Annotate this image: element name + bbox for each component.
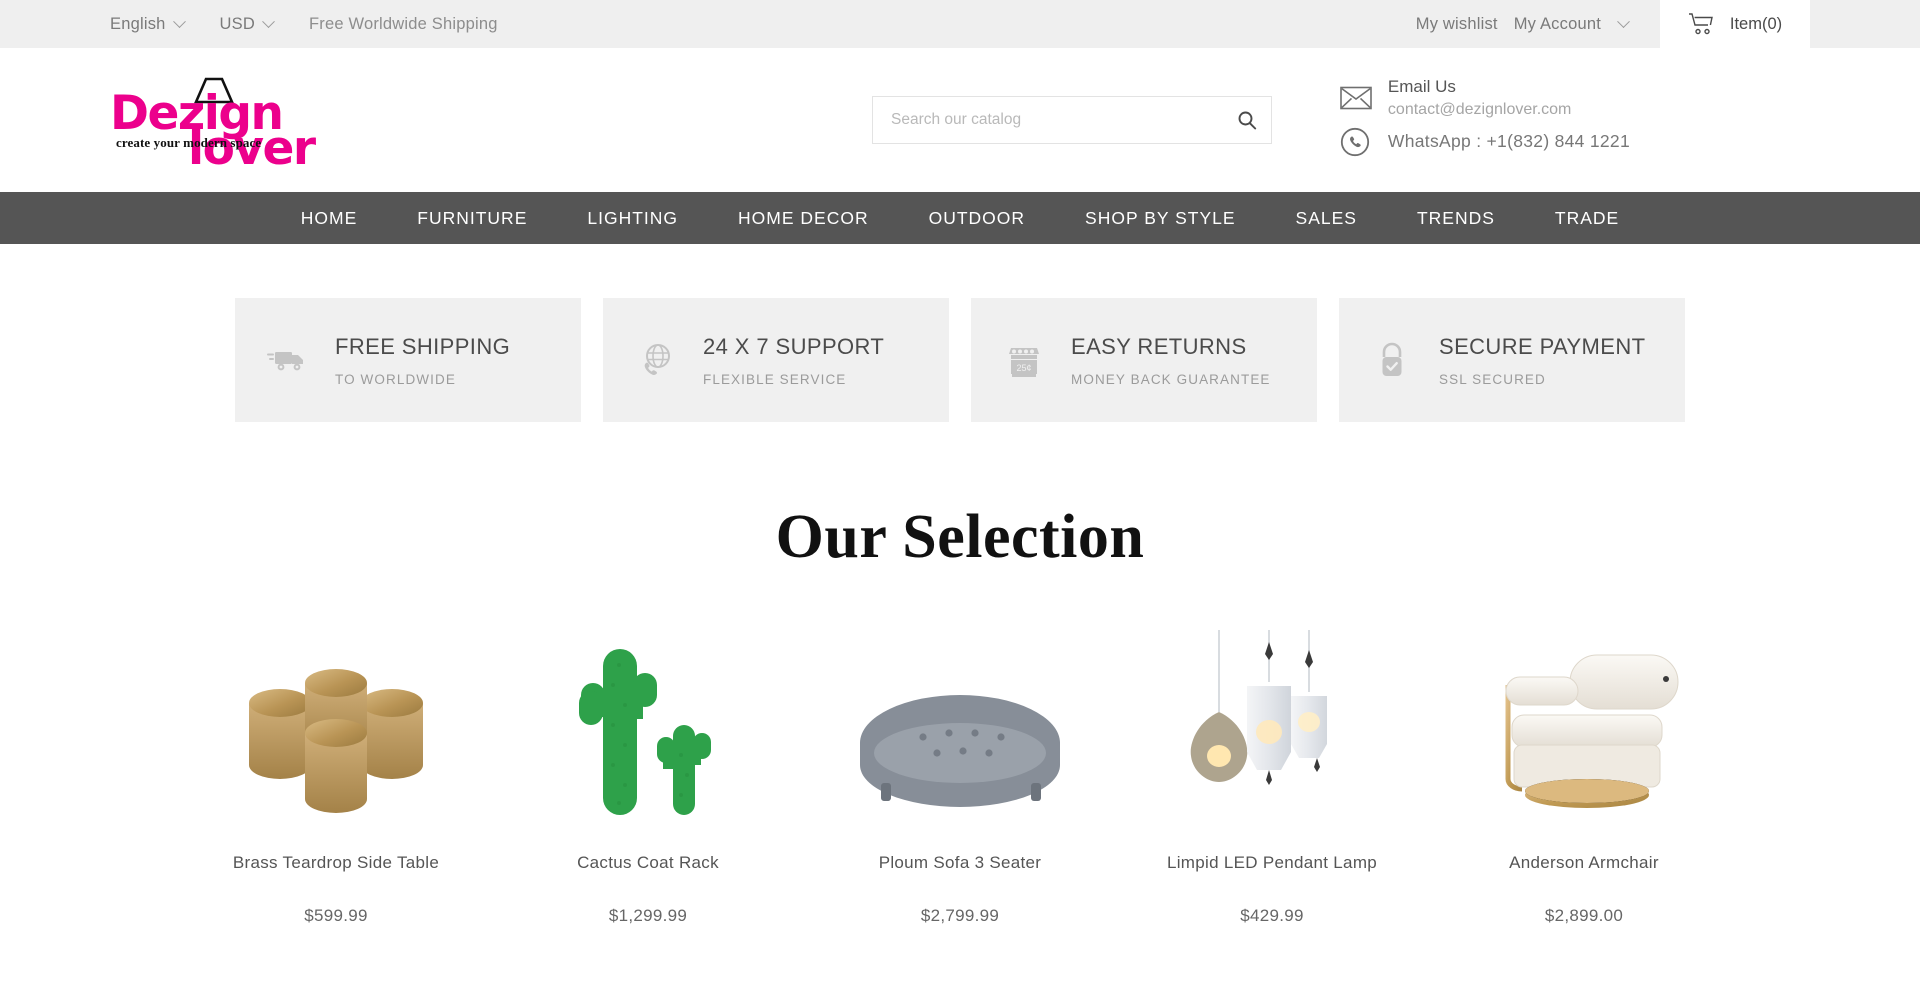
my-account-menu[interactable]: My Account bbox=[1506, 15, 1648, 34]
chevron-down-icon bbox=[172, 14, 186, 28]
product-card[interactable]: Anderson Armchair $2,899.00 bbox=[1428, 615, 1740, 926]
product-price: $599.99 bbox=[304, 906, 368, 925]
feature-subtitle: TO WORLDWIDE bbox=[335, 371, 456, 387]
nav-item-home-decor[interactable]: HOME DECOR bbox=[708, 192, 899, 244]
feature-title: EASY RETURNS bbox=[1071, 333, 1247, 359]
product-price: $1,299.99 bbox=[608, 906, 688, 925]
feature-title: SECURE PAYMENT bbox=[1439, 333, 1646, 359]
my-account-label: My Account bbox=[1513, 14, 1601, 33]
shipping-note: Free Worldwide Shipping bbox=[308, 14, 498, 33]
product-image-brass-table bbox=[216, 615, 456, 825]
site-logo[interactable]: Dezign lover create your modern space bbox=[110, 70, 350, 172]
feature-title: FREE SHIPPING bbox=[335, 333, 511, 359]
delivery-truck-icon bbox=[267, 345, 309, 375]
main-navigation: HOME FURNITURE LIGHTING HOME DECOR OUTDO… bbox=[0, 192, 1920, 244]
cart-button[interactable]: Item(0) bbox=[1660, 0, 1810, 48]
envelope-icon bbox=[1340, 86, 1372, 110]
section-title-our-selection: Our Selection bbox=[775, 503, 1145, 571]
nav-item-shop-by-style[interactable]: SHOP BY STYLE bbox=[1055, 192, 1265, 244]
lock-check-icon bbox=[1371, 340, 1413, 380]
product-image-anderson-armchair bbox=[1464, 615, 1704, 825]
product-price: $2,899.00 bbox=[1544, 906, 1624, 925]
feature-free-shipping: FREE SHIPPING TO WORLDWIDE bbox=[235, 298, 581, 422]
feature-subtitle: FLEXIBLE SERVICE bbox=[703, 371, 847, 387]
shopping-cart-icon bbox=[1688, 12, 1714, 36]
product-image-ploum-sofa bbox=[840, 615, 1080, 825]
product-name: Anderson Armchair bbox=[1509, 853, 1659, 872]
site-header: Dezign lover create your modern space Se… bbox=[0, 48, 1920, 192]
search-area bbox=[872, 96, 1272, 144]
feature-easy-returns: 25¢ EASY RETURNS MONEY BACK GUARANTEE bbox=[971, 298, 1317, 422]
feature-subtitle: MONEY BACK GUARANTEE bbox=[1071, 371, 1271, 387]
top-utility-bar: English USD Free Worldwide Shipping My w… bbox=[0, 0, 1920, 48]
whatsapp-number: WhatsApp : +1(832) 844 1221 bbox=[1387, 131, 1630, 152]
nav-item-lighting[interactable]: LIGHTING bbox=[557, 192, 708, 244]
product-price: $2,799.99 bbox=[920, 906, 1000, 925]
email-contact-row[interactable]: Email Us contact@dezignlover.com bbox=[1340, 76, 1630, 121]
chevron-down-icon bbox=[1617, 14, 1630, 28]
whatsapp-phone-icon bbox=[1340, 127, 1372, 157]
language-selector[interactable]: English bbox=[110, 15, 198, 34]
nav-item-trends[interactable]: TRENDS bbox=[1387, 192, 1525, 244]
product-name: Limpid LED Pendant Lamp bbox=[1166, 853, 1378, 872]
feature-subtitle: SSL SECURED bbox=[1439, 371, 1546, 387]
nav-item-outdoor[interactable]: OUTDOOR bbox=[899, 192, 1055, 244]
return-shop-icon: 25¢ bbox=[1003, 342, 1045, 378]
email-address: contact@dezignlover.com bbox=[1387, 100, 1572, 118]
product-card[interactable]: Limpid LED Pendant Lamp $429.99 bbox=[1116, 615, 1428, 926]
feature-support: 24 X 7 SUPPORT FLEXIBLE SERVICE bbox=[603, 298, 949, 422]
feature-title: 24 X 7 SUPPORT bbox=[703, 333, 885, 359]
feature-badges: FREE SHIPPING TO WORLDWIDE 24 X 7 SUPPOR… bbox=[235, 298, 1685, 422]
search-input[interactable] bbox=[873, 111, 1223, 129]
my-wishlist-link[interactable]: My wishlist bbox=[1408, 15, 1506, 34]
language-label: English bbox=[110, 14, 166, 33]
search-icon bbox=[1237, 110, 1257, 130]
nav-item-home[interactable]: HOME bbox=[271, 192, 388, 244]
product-name: Brass Teardrop Side Table bbox=[232, 853, 440, 872]
product-card[interactable]: Brass Teardrop Side Table $599.99 bbox=[180, 615, 492, 926]
product-image-pendant-lamp bbox=[1152, 615, 1392, 825]
currency-selector[interactable]: USD bbox=[220, 15, 287, 34]
logo-tagline: create your modern space bbox=[116, 135, 262, 150]
product-name: Cactus Coat Rack bbox=[577, 853, 719, 872]
feature-secure-payment: SECURE PAYMENT SSL SECURED bbox=[1339, 298, 1685, 422]
nav-item-trade[interactable]: TRADE bbox=[1525, 192, 1649, 244]
product-name: Ploum Sofa 3 Seater bbox=[878, 853, 1042, 872]
nav-item-sales[interactable]: SALES bbox=[1266, 192, 1387, 244]
currency-label: USD bbox=[219, 14, 255, 33]
product-image-cactus-rack bbox=[528, 615, 768, 825]
cart-item-count: Item(0) bbox=[1729, 14, 1783, 33]
contact-info: Email Us contact@dezignlover.com WhatsAp… bbox=[1340, 76, 1630, 157]
product-grid: Brass Teardrop Side Table $599.99 Cactus… bbox=[180, 615, 1740, 926]
product-card[interactable]: Cactus Coat Rack $1,299.99 bbox=[492, 615, 804, 926]
search-button[interactable] bbox=[1223, 97, 1271, 143]
product-price: $429.99 bbox=[1240, 906, 1304, 925]
chevron-down-icon bbox=[262, 14, 275, 28]
whatsapp-contact-row[interactable]: WhatsApp : +1(832) 844 1221 bbox=[1340, 127, 1630, 157]
product-card[interactable]: Ploum Sofa 3 Seater $2,799.99 bbox=[804, 615, 1116, 926]
email-title: Email Us bbox=[1387, 77, 1456, 96]
nav-item-furniture[interactable]: FURNITURE bbox=[387, 192, 557, 244]
globe-phone-icon bbox=[635, 340, 677, 380]
svg-text:25¢: 25¢ bbox=[1016, 363, 1031, 373]
